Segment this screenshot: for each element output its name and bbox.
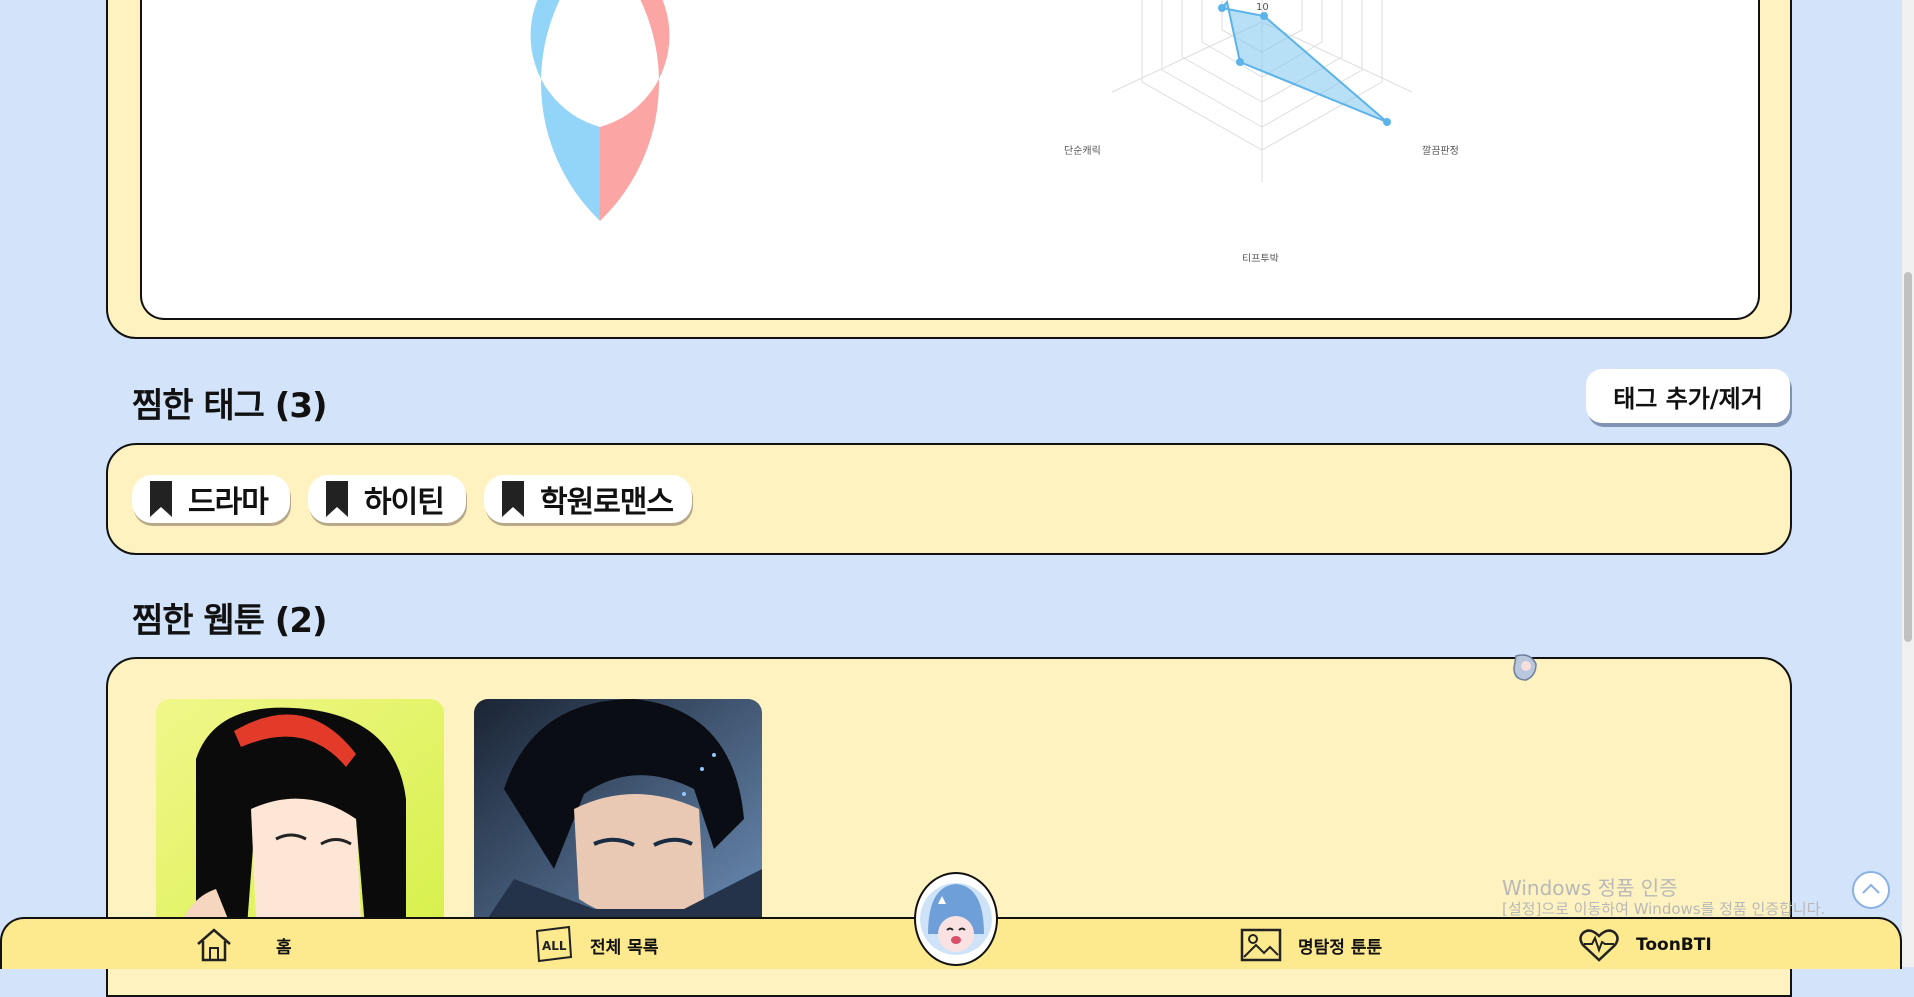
heart-pulse-icon bbox=[1579, 929, 1619, 962]
bookmark-icon bbox=[502, 481, 524, 517]
rocket-mascot-icon bbox=[1513, 654, 1537, 681]
radar-point bbox=[1260, 12, 1268, 20]
tag-label: 드라마 bbox=[188, 485, 269, 520]
tag-label: 하이틴 bbox=[364, 485, 445, 520]
all-list-icon: ALL bbox=[535, 925, 573, 963]
mascot-avatar bbox=[920, 883, 992, 955]
webtoons-title: 찜한 웹툰 (2) bbox=[132, 601, 328, 641]
radar-label-left: 단순캐릭 bbox=[1064, 145, 1101, 157]
bookmark-icon bbox=[150, 481, 172, 517]
donut-chart bbox=[530, 0, 670, 221]
stats-card: 10 단순캐릭 깔끔판정 티프투박 bbox=[140, 0, 1760, 320]
webtoon-cover-image bbox=[156, 699, 444, 939]
radar-tick-label: 10 bbox=[1256, 2, 1269, 13]
stats-panel: 10 단순캐릭 깔끔판정 티프투박 bbox=[106, 0, 1792, 339]
scrollbar[interactable] bbox=[1902, 0, 1914, 967]
tag-chip[interactable]: 학원로맨스 bbox=[484, 475, 692, 523]
image-icon bbox=[1240, 928, 1282, 962]
donut-segment-pink bbox=[600, 0, 670, 221]
tags-panel: 드라마 하이틴 학원로맨스 bbox=[106, 443, 1792, 555]
windows-activation-message: [설정]으로 이동하여 Windows를 정품 인증합니다. bbox=[1502, 900, 1826, 918]
mascot-avatar-button[interactable] bbox=[914, 872, 998, 966]
nav-toonbti[interactable]: ToonBTI bbox=[1578, 925, 1712, 965]
webtoon-thumbnail[interactable] bbox=[156, 699, 444, 939]
edit-tags-button[interactable]: 태그 추가/제거 bbox=[1586, 369, 1790, 423]
webtoon-cover-image bbox=[474, 699, 762, 939]
scrollbar-thumb[interactable] bbox=[1904, 272, 1912, 642]
tag-chip[interactable]: 드라마 bbox=[132, 475, 290, 523]
nav-detective[interactable]: 명탐정 툰툰 bbox=[1240, 925, 1382, 965]
radar-point bbox=[1383, 118, 1391, 126]
nav-toonbti-label: ToonBTI bbox=[1636, 935, 1712, 955]
radar-label-bottom: 티프투박 bbox=[1242, 253, 1279, 262]
webtoon-thumbnail[interactable] bbox=[474, 699, 762, 939]
home-icon bbox=[197, 928, 231, 962]
chevron-up-icon bbox=[1862, 883, 1880, 894]
radar-label-right: 깔끔판정 bbox=[1422, 145, 1459, 157]
nav-detective-label: 명탐정 툰툰 bbox=[1298, 937, 1383, 958]
nav-all-list[interactable]: ALL 전체 목록 bbox=[534, 925, 658, 965]
tags-title: 찜한 태그 (3) bbox=[132, 386, 328, 426]
windows-activation-title: Windows 정품 인증 bbox=[1502, 876, 1678, 900]
radar-point bbox=[1218, 4, 1226, 12]
nav-home-label: 홈 bbox=[276, 937, 292, 958]
radar-chart: 10 단순캐릭 깔끔판정 티프투박 bbox=[1064, 0, 1459, 262]
radar-point bbox=[1236, 58, 1244, 66]
nav-home[interactable]: 홈 bbox=[194, 925, 292, 965]
tag-chip[interactable]: 하이틴 bbox=[308, 475, 466, 523]
scroll-top-button[interactable] bbox=[1852, 871, 1890, 909]
donut-segment-blue bbox=[530, 0, 600, 221]
bookmark-icon bbox=[326, 481, 348, 517]
nav-all-list-label: 전체 목록 bbox=[590, 937, 659, 958]
tag-label: 학원로맨스 bbox=[540, 485, 674, 520]
svg-text:ALL: ALL bbox=[542, 939, 567, 953]
